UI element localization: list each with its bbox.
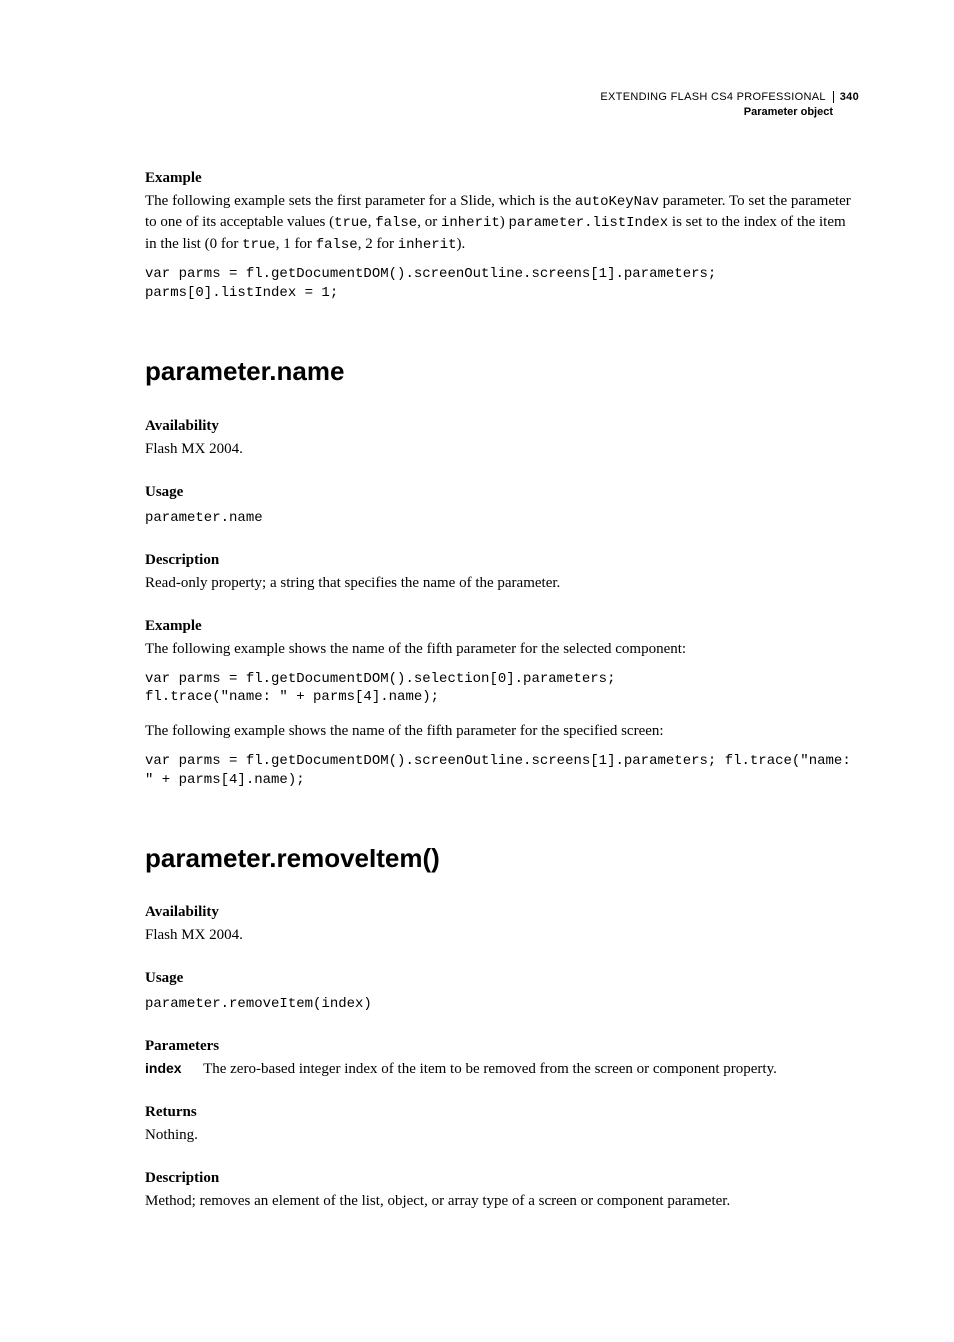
book-title: EXTENDING FLASH CS4 PROFESSIONAL xyxy=(600,91,825,103)
usage-code: parameter.name xyxy=(145,509,859,528)
description-text: Read-only property; a string that specif… xyxy=(145,573,859,594)
heading-parameters: Parameters xyxy=(145,1036,859,1057)
parameter-description: The zero-based integer index of the item… xyxy=(203,1061,777,1077)
parameter-name: index xyxy=(145,1060,182,1076)
example-text-1: The following example shows the name of … xyxy=(145,639,859,660)
availability-text: Flash MX 2004. xyxy=(145,925,859,946)
heading-availability: Availability xyxy=(145,902,859,923)
heading-example: Example xyxy=(145,168,859,189)
code-block: var parms = fl.getDocumentDOM().selectio… xyxy=(145,670,859,708)
description-text: Method; removes an element of the list, … xyxy=(145,1191,859,1212)
page-number: 340 xyxy=(833,91,859,103)
section-title-parameter-removeitem: parameter.removeItem() xyxy=(145,840,859,876)
parameter-row: index The zero-based integer index of th… xyxy=(145,1059,859,1080)
heading-usage: Usage xyxy=(145,968,859,989)
code-block: var parms = fl.getDocumentDOM().screenOu… xyxy=(145,752,859,790)
chapter-name: Parameter object xyxy=(145,105,859,120)
heading-availability: Availability xyxy=(145,416,859,437)
section-title-parameter-name: parameter.name xyxy=(145,353,859,389)
returns-text: Nothing. xyxy=(145,1125,859,1146)
heading-description: Description xyxy=(145,1168,859,1189)
example-text-2: The following example shows the name of … xyxy=(145,721,859,742)
heading-description: Description xyxy=(145,550,859,571)
example-intro-paragraph: The following example sets the first par… xyxy=(145,191,859,256)
usage-code: parameter.removeItem(index) xyxy=(145,995,859,1014)
page-header: EXTENDING FLASH CS4 PROFESSIONAL 340 Par… xyxy=(145,90,859,120)
heading-example: Example xyxy=(145,616,859,637)
code-block: var parms = fl.getDocumentDOM().screenOu… xyxy=(145,265,859,303)
availability-text: Flash MX 2004. xyxy=(145,439,859,460)
heading-returns: Returns xyxy=(145,1102,859,1123)
heading-usage: Usage xyxy=(145,482,859,503)
